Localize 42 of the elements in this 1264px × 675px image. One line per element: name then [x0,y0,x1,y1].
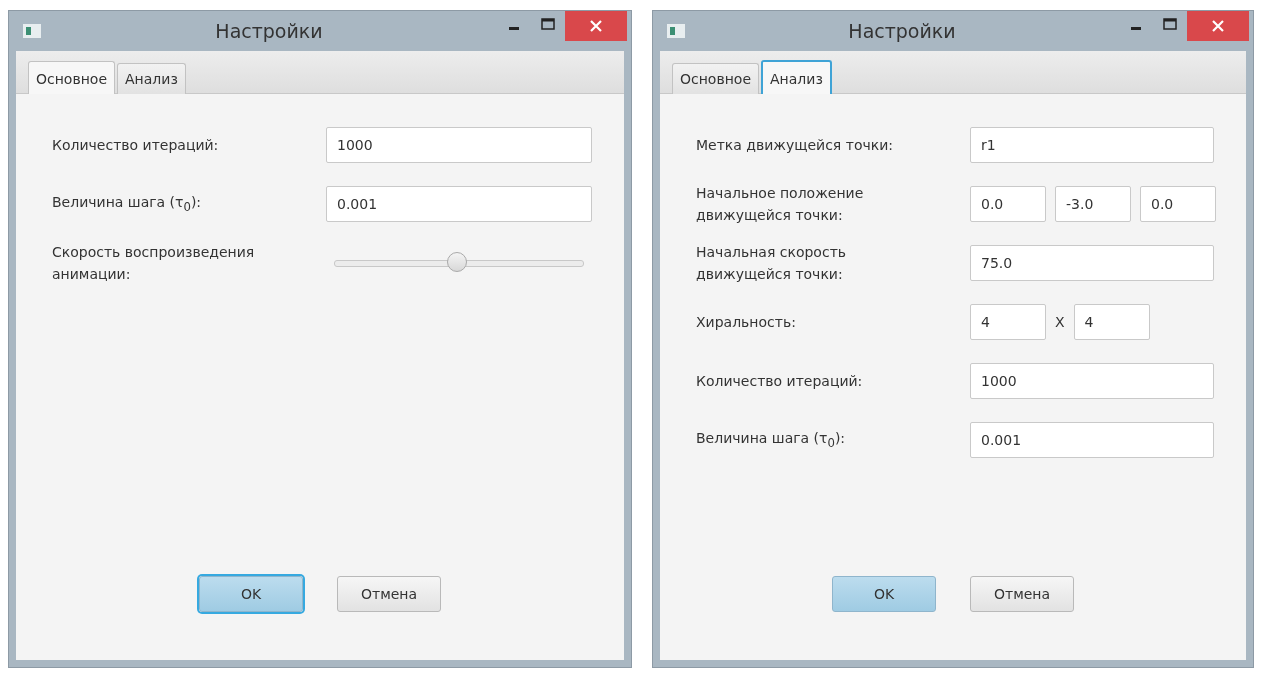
tab[interactable]: Анализ [117,63,186,94]
close-icon [589,19,603,33]
cancel-button[interactable]: Отмена [970,576,1074,612]
tab[interactable]: Основное [672,63,760,94]
close-button[interactable] [565,11,627,41]
separator-label: X [1055,314,1065,330]
field-label: Хиральность: [696,313,797,332]
maximize-icon [541,18,555,30]
input-field[interactable]: 0.0 [970,186,1046,222]
field-label: Величина шага (τ$_{0}$): [696,428,847,452]
ok-button[interactable]: OK [199,576,303,612]
cancel-button[interactable]: Отмена [337,576,441,612]
input-field[interactable]: 1000 [326,127,592,163]
close-icon [1211,19,1225,33]
minimize-icon [509,26,519,30]
input-field[interactable]: 75.0 [970,245,1214,281]
tab[interactable]: Основное [28,61,116,94]
input-field[interactable]: 4 [970,304,1046,340]
field-label: Метка движущейся точки: [696,136,894,155]
input-field[interactable]: 4 [1073,304,1150,340]
input-field[interactable]: -3.0 [1055,186,1131,222]
tab[interactable]: Анализ [761,60,832,94]
input-field[interactable]: 0.0 [1140,186,1216,222]
window-title: Настройки [847,20,957,42]
maximize-icon [1163,18,1177,30]
field-label: Начальная скорость движущейся точки: [696,243,848,284]
window-title: Настройки [214,20,324,42]
input-field[interactable]: 0.001 [326,186,592,222]
slider-thumb[interactable] [446,252,467,272]
minimize-icon [1131,26,1141,30]
input-field[interactable]: r1 [970,127,1214,163]
input-field[interactable]: 1000 [970,363,1214,399]
field-label: Количество итераций: [52,136,220,155]
close-button[interactable] [1187,11,1249,41]
field-label: Количество итераций: [696,372,864,391]
field-label: Величина шага (τ$_{0}$): [52,192,203,216]
app-icon [23,24,41,38]
field-label: Скорость воспроизведения анимации: [52,243,256,284]
field-label: Начальное положение движущейся точки: [696,184,865,225]
input-field[interactable]: 0.001 [970,422,1214,458]
ok-button[interactable]: OK [832,576,936,612]
app-icon [667,24,685,38]
